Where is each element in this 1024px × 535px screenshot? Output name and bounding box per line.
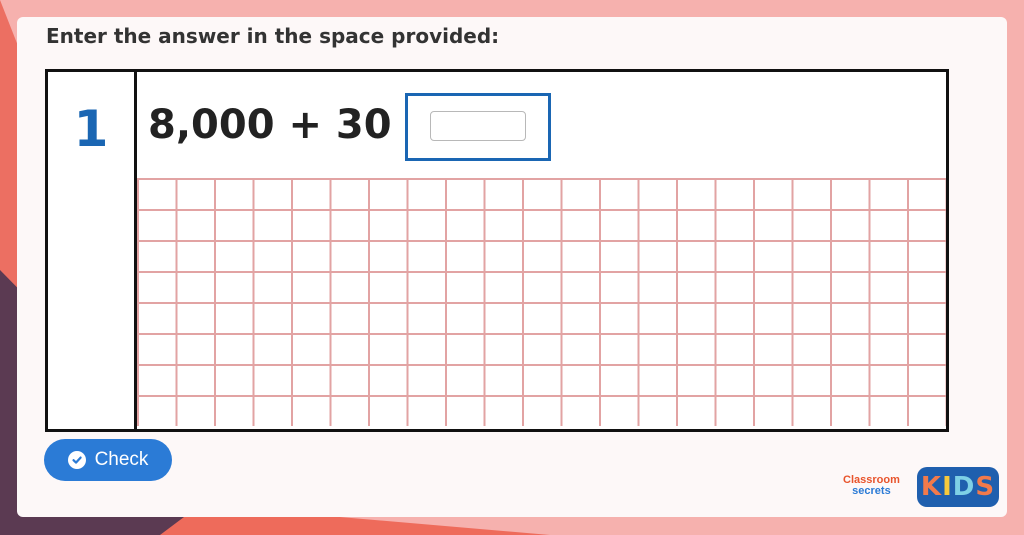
question-number: 1	[73, 100, 109, 158]
kids-letter: K	[920, 472, 943, 502]
kids-letter: S	[975, 472, 996, 502]
equation-text: 8,000 + 30 =	[148, 102, 439, 148]
check-circle-icon	[67, 451, 86, 469]
working-grid	[137, 178, 946, 426]
kids-letter: D	[952, 472, 976, 502]
answer-input[interactable]	[430, 111, 526, 141]
classroom-secrets-logo: Classroom secrets	[843, 475, 900, 497]
logo-line-2: secrets	[852, 485, 891, 497]
check-button[interactable]: Check	[44, 439, 172, 481]
instruction-text: Enter the answer in the space provided:	[46, 24, 500, 48]
answer-frame	[405, 93, 551, 161]
question-number-column: 1	[48, 72, 137, 429]
kids-letter: I	[942, 472, 953, 502]
question-box: 1 8,000 + 30 =	[45, 69, 949, 432]
check-button-label: Check	[94, 449, 149, 470]
activity-card: Enter the answer in the space provided: …	[17, 17, 1007, 517]
kids-logo: K I D S	[917, 467, 999, 507]
